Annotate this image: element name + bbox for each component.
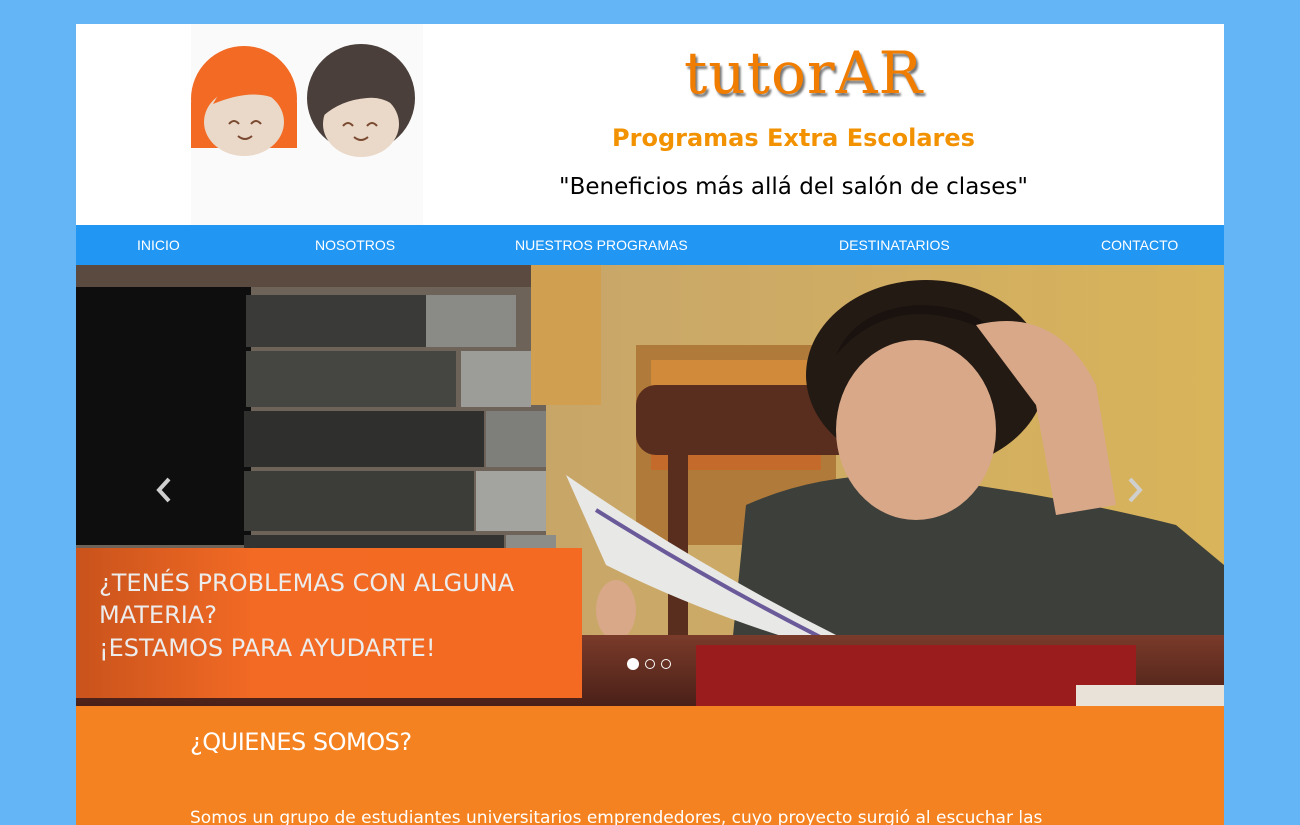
nav-item-nosotros[interactable]: NOSOTROS — [315, 225, 395, 265]
about-title: ¿QUIENES SOMOS? — [190, 728, 412, 756]
nav-item-destinatarios[interactable]: DESTINATARIOS — [839, 225, 950, 265]
caption-line-2: MATERIA? — [99, 601, 217, 629]
chevron-left-icon — [156, 477, 171, 503]
caption-line-1: ¿TENÉS PROBLEMAS CON ALGUNA — [99, 569, 515, 597]
carousel-indicator-1[interactable] — [627, 658, 639, 670]
carousel-indicator-2[interactable] — [645, 659, 655, 669]
chevron-right-icon — [1128, 477, 1143, 503]
site-tagline: "Beneficios más allá del salón de clases… — [559, 174, 1028, 200]
page-container: tutorAR Programas Extra Escolares "Benef… — [76, 24, 1224, 825]
nav-item-inicio[interactable]: INICIO — [137, 225, 180, 265]
about-text: Somos un grupo de estudiantes universita… — [190, 808, 1043, 825]
hero-carousel[interactable]: ¿TENÉS PROBLEMAS CON ALGUNA MATERIA? ¡ES… — [76, 265, 1224, 706]
carousel-indicator-3[interactable] — [661, 659, 671, 669]
site-title[interactable]: tutorAR — [684, 38, 923, 108]
caption-line-3: ¡ESTAMOS PARA AYUDARTE! — [99, 634, 436, 662]
nav-item-contacto[interactable]: CONTACTO — [1101, 225, 1178, 265]
nav-item-nuestros-programas[interactable]: NUESTROS PROGRAMAS — [515, 225, 688, 265]
about-section: ¿QUIENES SOMOS? Somos un grupo de estudi… — [76, 706, 1224, 825]
carousel-prev-button[interactable] — [150, 475, 180, 505]
site-subtitle-text: Programas Extra Escolares — [612, 124, 975, 152]
carousel-next-button[interactable] — [1119, 475, 1149, 505]
main-nav: INICIO NOSOTROS NUESTROS PROGRAMAS DESTI… — [76, 225, 1224, 265]
carousel-caption: ¿TENÉS PROBLEMAS CON ALGUNA MATERIA? ¡ES… — [76, 548, 582, 698]
site-header: tutorAR Programas Extra Escolares "Benef… — [76, 24, 1224, 225]
